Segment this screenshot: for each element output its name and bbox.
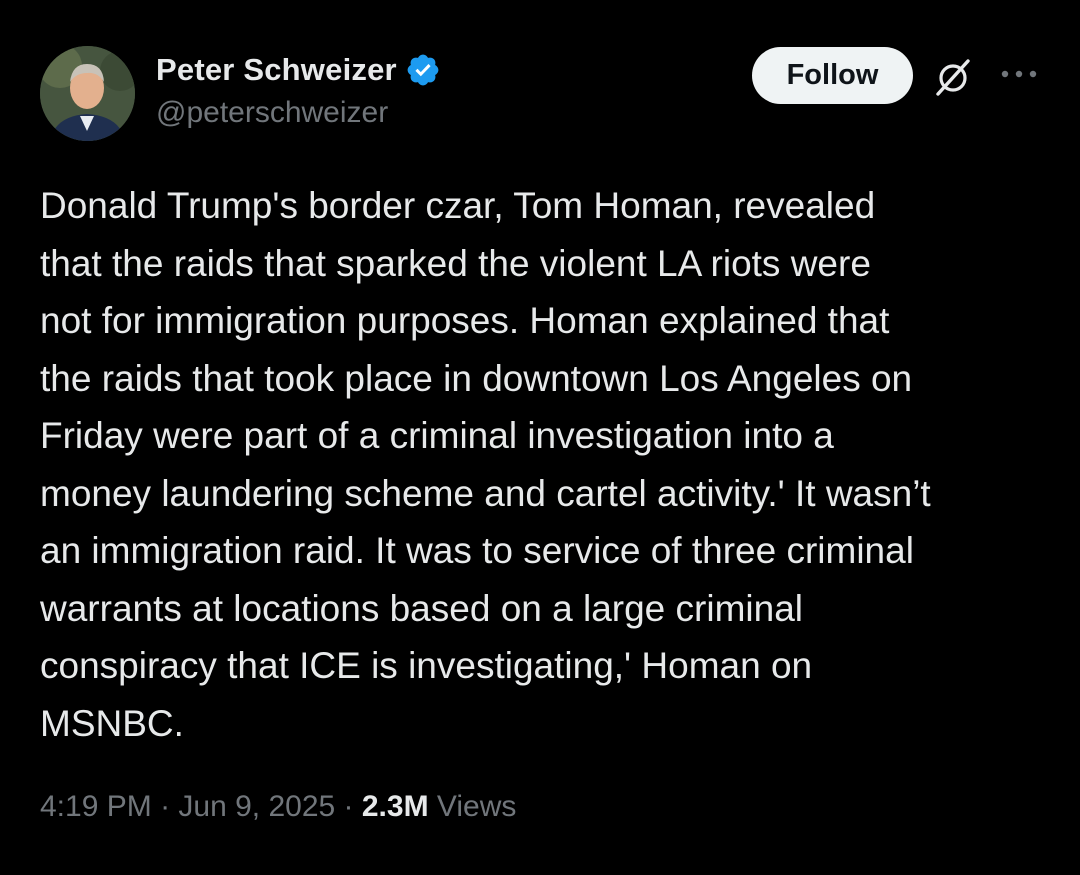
display-name[interactable]: Peter Schweizer — [156, 52, 397, 88]
tweet-meta: 4:19 PM · Jun 9, 2025 · 2.3M Views — [40, 790, 516, 824]
name-row: Peter Schweizer — [156, 50, 441, 90]
meta-separator: · — [335, 790, 362, 823]
meta-separator: · — [151, 790, 179, 823]
author-block: Peter Schweizer @peterschweizer — [156, 50, 441, 130]
follow-button[interactable]: Follow — [752, 47, 913, 104]
avatar-photo — [40, 46, 135, 141]
avatar[interactable] — [40, 46, 135, 141]
verified-badge-icon — [405, 52, 441, 88]
handle[interactable]: @peterschweizer — [156, 96, 441, 130]
tweet: Peter Schweizer @peterschweizer Follow D… — [0, 0, 1080, 875]
tweet-time[interactable]: 4:19 PM — [40, 790, 152, 824]
tweet-text: Donald Trump's border czar, Tom Homan, r… — [40, 185, 931, 744]
views-count[interactable]: 2.3M — [362, 790, 429, 824]
tweet-date[interactable]: Jun 9, 2025 — [178, 790, 335, 824]
views-label: Views — [428, 790, 517, 823]
more-horizontal-icon[interactable] — [1000, 66, 1038, 82]
grok-icon[interactable] — [930, 54, 976, 100]
